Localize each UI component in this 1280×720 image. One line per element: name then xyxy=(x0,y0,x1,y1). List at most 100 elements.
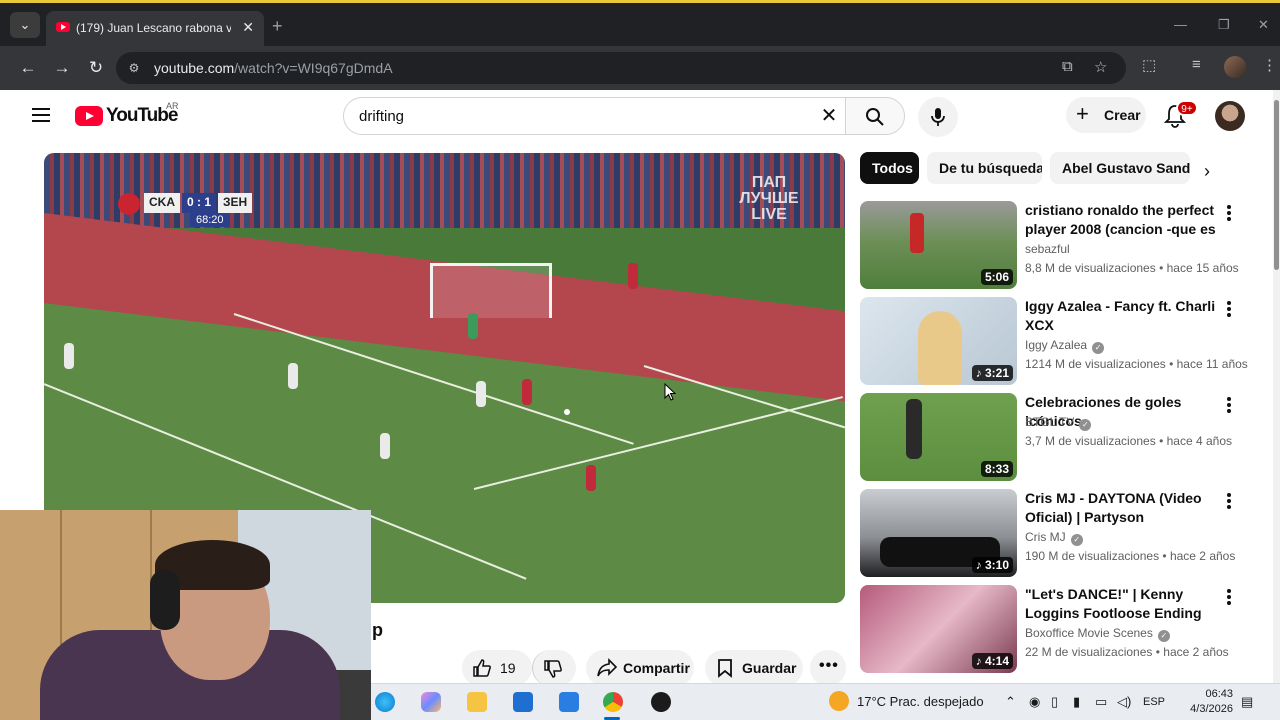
recommendation-item[interactable]: 5:06 cristiano ronaldo the perfect playe… xyxy=(860,201,1250,289)
channel-name[interactable]: BTGL TV ✓ xyxy=(1025,415,1092,431)
guide-menu-icon[interactable] xyxy=(32,108,50,122)
video-thumbnail[interactable]: ♪ 4:14 xyxy=(860,585,1017,673)
search-button[interactable] xyxy=(845,97,905,135)
match-clock: 68:20 xyxy=(190,213,230,227)
video-thumbnail[interactable]: ♪ 3:21 xyxy=(860,297,1017,385)
extensions-icon[interactable]: ⬚ xyxy=(1142,56,1156,74)
browser-tab-active[interactable]: (179) Juan Lescano rabona vs Z ✕ xyxy=(46,11,264,47)
media-controls-icon[interactable]: ≡ xyxy=(1192,56,1201,73)
page-scrollbar-thumb[interactable] xyxy=(1274,100,1279,270)
forward-button[interactable]: → xyxy=(50,56,74,80)
duration-value: 3:21 xyxy=(984,366,1009,380)
notification-center-icon[interactable]: ▤ xyxy=(1241,694,1253,710)
dislike-button[interactable] xyxy=(532,650,576,686)
more-options-icon[interactable] xyxy=(1227,301,1231,317)
channel-name[interactable]: Boxoffice Movie Scenes ✓ xyxy=(1025,626,1170,642)
create-button[interactable]: + Crear xyxy=(1066,97,1146,133)
player-figure xyxy=(476,381,486,407)
weather-widget[interactable]: 17°C Prac. despejado xyxy=(857,694,984,709)
tray-chevron-up-icon[interactable]: ⌃ xyxy=(1005,694,1016,710)
youtube-logo-icon[interactable] xyxy=(75,106,103,126)
voice-search-button[interactable] xyxy=(918,97,958,137)
outlook-icon[interactable] xyxy=(559,692,579,712)
recommendation-item[interactable]: 8:33 Celebraciones de goles icónicos BTG… xyxy=(860,393,1250,481)
chevron-right-icon[interactable]: › xyxy=(1204,162,1210,180)
score-away: ЗЕН xyxy=(218,193,253,213)
video-thumbnail[interactable]: ♪ 3:10 xyxy=(860,489,1017,577)
chip-todos[interactable]: Todos xyxy=(860,152,919,184)
tab-search-button[interactable]: ⌄ xyxy=(10,12,40,38)
file-explorer-icon[interactable] xyxy=(467,692,487,712)
video-meta: 22 M de visualizaciones • hace 2 años xyxy=(1025,645,1229,659)
more-options-icon[interactable] xyxy=(1227,205,1231,221)
address-bar[interactable]: ⚙ youtube.com/watch?v=WI9q67gDmdA ⧉ ☆ xyxy=(116,52,1126,84)
video-thumbnail[interactable]: 8:33 xyxy=(860,393,1017,481)
volume-icon[interactable]: ◁) xyxy=(1117,694,1131,710)
close-window-button[interactable]: ✕ xyxy=(1258,17,1269,33)
clock-date: 4/3/2026 xyxy=(1190,703,1233,715)
restore-button[interactable]: ❐ xyxy=(1218,17,1230,33)
tab-close-icon[interactable]: ✕ xyxy=(242,19,254,36)
browser-toolbar: ← → ↻ ⚙ youtube.com/watch?v=WI9q67gDmdA … xyxy=(0,46,1280,90)
clear-search-icon[interactable]: ✕ xyxy=(817,104,841,128)
record-icon[interactable]: ◉ xyxy=(1029,694,1040,710)
network-icon[interactable]: ▭ xyxy=(1095,694,1107,710)
recommendation-title[interactable]: Iggy Azalea - Fancy ft. Charli XCX xyxy=(1025,297,1225,335)
system-clock[interactable]: 06:43 4/3/2026 xyxy=(1189,687,1233,717)
verified-check-icon: ✓ xyxy=(1070,534,1083,546)
tab-title: (179) Juan Lescano rabona vs Z xyxy=(76,21,231,35)
more-options-icon[interactable] xyxy=(1227,493,1231,509)
video-thumbnail[interactable]: 5:06 xyxy=(860,201,1017,289)
recommendation-title[interactable]: Cris MJ - DAYTONA (Video Oficial) | Part… xyxy=(1025,489,1225,527)
view-count: 3,7 M de visualizaciones xyxy=(1025,434,1156,448)
store-icon[interactable] xyxy=(513,692,533,712)
url-domain: youtube.com xyxy=(154,60,235,76)
browser-profile-avatar[interactable] xyxy=(1224,56,1246,78)
video-title: p xyxy=(372,620,383,640)
player-figure xyxy=(64,343,74,369)
phone-link-icon[interactable]: ▯ xyxy=(1051,694,1058,710)
install-app-icon[interactable]: ⧉ xyxy=(1062,58,1073,75)
video-duration: 5:06 xyxy=(980,269,1013,285)
create-label: Crear xyxy=(1104,107,1141,123)
search-input[interactable]: drifting ✕ xyxy=(343,97,846,135)
recommendation-title[interactable]: "Let's DANCE!" | Kenny Loggins Footloose… xyxy=(1025,585,1225,623)
browser-menu-icon[interactable]: ⋮ xyxy=(1262,56,1277,74)
new-tab-button[interactable]: + xyxy=(272,17,283,35)
chip-de-tu-busqueda[interactable]: De tu búsqueda xyxy=(927,152,1042,184)
goal-frame xyxy=(430,263,552,318)
account-avatar[interactable] xyxy=(1215,101,1245,131)
chip-abel-gustavo-sandoval[interactable]: Abel Gustavo Sandoval xyxy=(1050,152,1190,184)
recommendation-item[interactable]: ♪ 3:21 Iggy Azalea - Fancy ft. Charli XC… xyxy=(860,297,1250,385)
upload-age: hace 2 años xyxy=(1163,645,1229,659)
channel-name[interactable]: sebazful xyxy=(1025,242,1070,256)
reload-button[interactable]: ↻ xyxy=(84,56,108,80)
share-button[interactable]: Compartir xyxy=(586,650,694,686)
obs-icon[interactable] xyxy=(651,692,671,712)
save-button[interactable]: Guardar xyxy=(705,650,803,686)
thumbs-up-icon xyxy=(473,659,491,677)
back-button[interactable]: ← xyxy=(16,56,40,80)
url-text: youtube.com/watch?v=WI9q67gDmdA xyxy=(154,60,393,76)
view-count: 190 M de visualizaciones xyxy=(1025,549,1160,563)
more-options-icon[interactable] xyxy=(1227,589,1231,605)
copilot-icon[interactable] xyxy=(421,692,441,712)
input-language[interactable]: ESP xyxy=(1143,696,1165,708)
video-meta: 1214 M de visualizaciones • hace 11 años xyxy=(1025,357,1248,371)
like-button[interactable]: 19 xyxy=(462,650,532,686)
chrome-icon[interactable] xyxy=(603,692,623,712)
channel-name[interactable]: Cris MJ ✓ xyxy=(1025,530,1083,546)
channel-label: Cris MJ xyxy=(1025,530,1066,544)
recommendation-title[interactable]: cristiano ronaldo the perfect player 200… xyxy=(1025,201,1225,239)
channel-name[interactable]: Iggy Azalea ✓ xyxy=(1025,338,1105,354)
player-figure xyxy=(522,379,532,405)
site-info-icon[interactable]: ⚙ xyxy=(126,60,142,76)
microphone-tray-icon[interactable]: ▮ xyxy=(1073,694,1080,710)
recommendation-item[interactable]: ♪ 4:14 "Let's DANCE!" | Kenny Loggins Fo… xyxy=(860,585,1250,673)
recommendation-item[interactable]: ♪ 3:10 Cris MJ - DAYTONA (Video Oficial)… xyxy=(860,489,1250,577)
edge-icon[interactable] xyxy=(375,692,395,712)
more-actions-button[interactable]: ••• xyxy=(810,650,846,686)
more-options-icon[interactable] xyxy=(1227,397,1231,413)
minimize-button[interactable]: — xyxy=(1174,17,1187,32)
bookmark-star-icon[interactable]: ☆ xyxy=(1094,58,1107,76)
